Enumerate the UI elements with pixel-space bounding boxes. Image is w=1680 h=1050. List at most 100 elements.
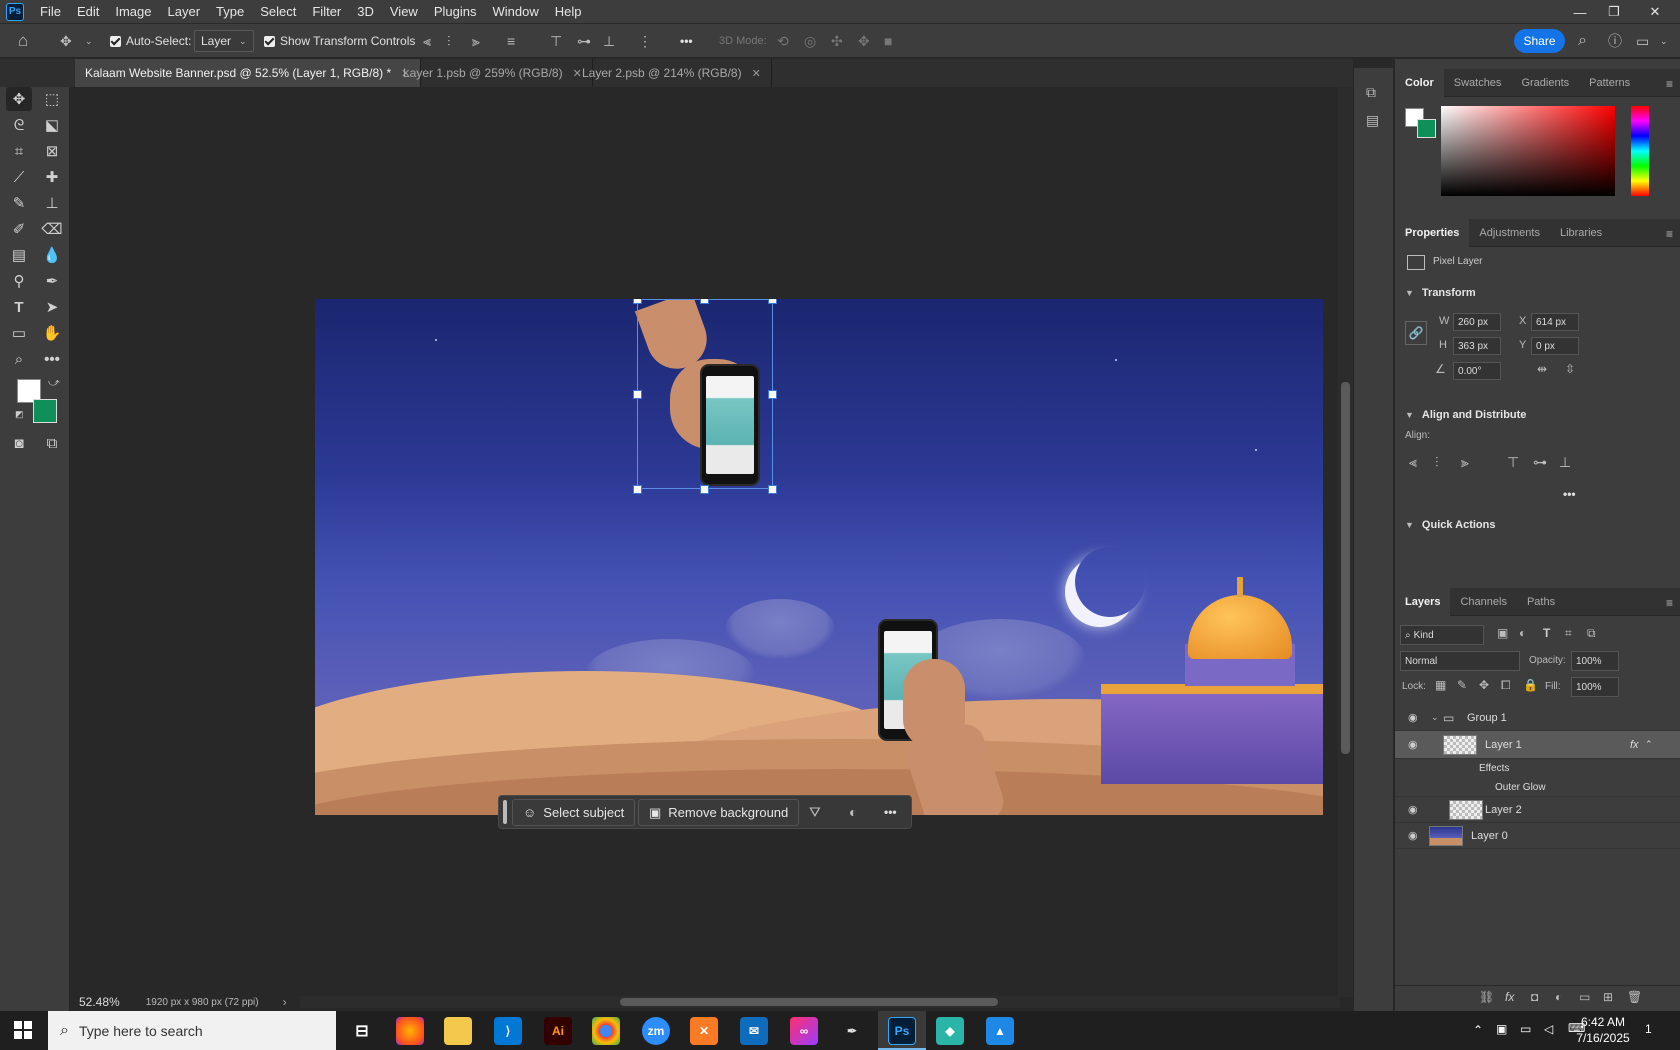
- more-options-button[interactable]: •••: [680, 24, 693, 58]
- transform-handle[interactable]: [633, 485, 642, 494]
- screen-mode-icon[interactable]: ⧉: [39, 431, 65, 455]
- tab-layer1-psb[interactable]: Layer 1.psb @ 259% (RGB/8) ✕: [393, 59, 593, 87]
- horizontal-scrollbar[interactable]: [300, 996, 1340, 1008]
- distribute-icon[interactable]: ≡: [507, 24, 515, 58]
- menu-view[interactable]: View: [382, 4, 426, 19]
- more-tools-icon[interactable]: •••: [39, 347, 65, 371]
- clock-date[interactable]: 7/16/2025: [1568, 1031, 1638, 1045]
- menu-help[interactable]: Help: [547, 4, 590, 19]
- layer-row-group-1[interactable]: ◉ ⌄ ▭ Group 1: [1395, 705, 1680, 731]
- align-center-icon[interactable]: ⫶: [447, 24, 451, 58]
- chevron-up-icon[interactable]: ⌃: [1473, 1023, 1483, 1037]
- visibility-eye-icon[interactable]: ◉: [1408, 738, 1418, 751]
- tab-color[interactable]: Color: [1395, 68, 1444, 97]
- lock-all-icon[interactable]: 🔒: [1523, 678, 1538, 692]
- menu-image[interactable]: Image: [107, 4, 159, 19]
- x-field[interactable]: 614 px: [1531, 313, 1579, 331]
- chevron-down-icon[interactable]: ⌄: [1431, 712, 1439, 723]
- remove-background-button[interactable]: ▣ Remove background: [638, 799, 800, 826]
- align-section-header[interactable]: ▼ Align and Distribute: [1405, 409, 1526, 421]
- type-tool-icon[interactable]: T: [6, 295, 32, 319]
- align-right-icon[interactable]: ⫸: [472, 24, 480, 58]
- transform-handle[interactable]: [700, 485, 709, 494]
- history-brush-tool-icon[interactable]: ✐: [6, 217, 32, 241]
- menu-file[interactable]: File: [32, 4, 69, 19]
- tab-kalaam-banner[interactable]: Kalaam Website Banner.psd @ 52.5% (Layer…: [75, 59, 422, 87]
- filter-adjustment-icon[interactable]: ◐: [1519, 626, 1526, 640]
- more-options-button[interactable]: •••: [884, 805, 897, 819]
- tab-properties[interactable]: Properties: [1395, 218, 1470, 247]
- transform-section-header[interactable]: ▼ Transform: [1405, 287, 1476, 299]
- brush-tool-icon[interactable]: ✎: [6, 191, 32, 215]
- align-left-icon[interactable]: ⫷: [423, 24, 431, 58]
- lock-transparent-icon[interactable]: ▦: [1435, 678, 1446, 692]
- gradient-tool-icon[interactable]: ▤: [6, 243, 32, 267]
- default-colors-icon[interactable]: ◩: [15, 409, 24, 420]
- color-field[interactable]: [1441, 106, 1615, 196]
- notification-area-icon[interactable]: ▣: [1496, 1022, 1507, 1036]
- workspace-icon[interactable]: ▭: [1636, 24, 1649, 58]
- layer-filter-kind[interactable]: ⌕ Kind: [1400, 625, 1484, 645]
- tab-channels[interactable]: Channels: [1450, 588, 1516, 616]
- illustrator-icon[interactable]: Ai: [544, 1017, 572, 1045]
- move-tool-icon[interactable]: ✥: [6, 87, 32, 111]
- menu-select[interactable]: Select: [252, 4, 304, 19]
- move-tool-icon[interactable]: ✥: [60, 24, 72, 58]
- crop-tool-icon[interactable]: ⌗: [6, 139, 32, 163]
- vscode-icon[interactable]: ⟩: [494, 1017, 522, 1045]
- pen-app-icon[interactable]: ✒: [838, 1017, 866, 1045]
- task-view-icon[interactable]: ⊟: [348, 1017, 376, 1045]
- fx-icon[interactable]: fx: [1630, 739, 1639, 751]
- menu-filter[interactable]: Filter: [304, 4, 349, 19]
- comments-panel-icon[interactable]: ▤: [1366, 112, 1379, 129]
- layer-row-layer-2[interactable]: ◉ Layer 2: [1395, 797, 1680, 823]
- blur-tool-icon[interactable]: 💧: [39, 243, 65, 267]
- clock-time[interactable]: 6:42 AM: [1572, 1015, 1634, 1029]
- opacity-field[interactable]: 100%: [1571, 651, 1619, 671]
- transform-handle[interactable]: [633, 299, 642, 304]
- eraser-tool-icon[interactable]: ⌫: [39, 217, 65, 241]
- quick-actions-header[interactable]: ▼ Quick Actions: [1405, 519, 1495, 531]
- filter-pixel-icon[interactable]: ▣: [1497, 626, 1508, 640]
- xampp-icon[interactable]: ✕: [690, 1017, 718, 1045]
- windows-start-icon[interactable]: [14, 1021, 32, 1039]
- zoom-level[interactable]: 52.48%: [79, 995, 120, 1009]
- add-mask-icon[interactable]: ◘: [1531, 990, 1538, 1004]
- canvas-area[interactable]: [71, 87, 1338, 997]
- align-right-icon[interactable]: ⫸: [1461, 454, 1469, 471]
- new-group-icon[interactable]: ▭: [1579, 990, 1590, 1004]
- filter-type-icon[interactable]: T: [1543, 626, 1550, 640]
- photos-icon[interactable]: ▲: [986, 1017, 1014, 1045]
- visibility-eye-icon[interactable]: ◉: [1408, 803, 1418, 816]
- lasso-tool-icon[interactable]: ᘓ: [6, 113, 32, 137]
- menu-type[interactable]: Type: [208, 4, 252, 19]
- menu-window[interactable]: Window: [484, 4, 546, 19]
- chevron-down-icon[interactable]: ⌄: [85, 24, 93, 58]
- show-transform-checkbox[interactable]: Show Transform Controls: [264, 24, 415, 58]
- select-subject-button[interactable]: ☺ Select subject: [512, 799, 636, 826]
- menu-edit[interactable]: Edit: [69, 4, 107, 19]
- minimize-button[interactable]: —: [1563, 0, 1597, 24]
- menu-layer[interactable]: Layer: [160, 4, 209, 19]
- quick-mask-icon[interactable]: ◙: [6, 431, 32, 455]
- rectangle-tool-icon[interactable]: ▭: [6, 321, 32, 345]
- tab-gradients[interactable]: Gradients: [1511, 69, 1579, 97]
- layer-effects-row[interactable]: Effects: [1395, 759, 1680, 778]
- notifications-badge[interactable]: 1: [1645, 1022, 1652, 1036]
- distribute-vertical-icon[interactable]: ⋮: [638, 24, 652, 58]
- auto-select-dropdown[interactable]: Layer ⌄: [194, 24, 254, 58]
- clone-stamp-tool-icon[interactable]: ⊥: [39, 191, 65, 215]
- healing-brush-tool-icon[interactable]: ✚: [39, 165, 65, 189]
- volume-icon[interactable]: ◁: [1544, 1022, 1553, 1036]
- transform-handle[interactable]: [700, 299, 709, 304]
- align-bottom-icon[interactable]: ⊥: [1559, 454, 1571, 471]
- fill-field[interactable]: 100%: [1571, 677, 1619, 697]
- layer-row-layer-0[interactable]: ◉ Layer 0: [1395, 823, 1680, 849]
- tab-swatches[interactable]: Swatches: [1444, 69, 1512, 97]
- close-window-button[interactable]: ✕: [1638, 0, 1672, 24]
- transform-bounding-box[interactable]: [637, 299, 773, 489]
- creative-cloud-icon[interactable]: ∞: [790, 1017, 818, 1045]
- transform-handle[interactable]: [768, 485, 777, 494]
- close-tab-icon[interactable]: ✕: [752, 67, 761, 80]
- help-icon[interactable]: ⓘ: [1608, 24, 1622, 58]
